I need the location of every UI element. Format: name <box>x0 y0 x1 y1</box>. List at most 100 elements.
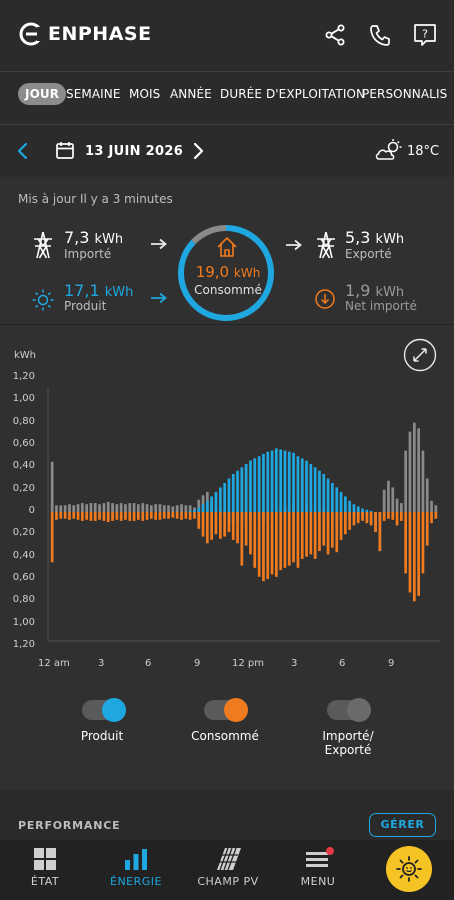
bar-produced <box>283 450 287 512</box>
toggle-consumed[interactable] <box>204 698 248 722</box>
y-tick-label: 0,80 <box>12 415 35 427</box>
bar-consumed <box>352 512 356 526</box>
bar-produced <box>339 491 343 512</box>
bar-consumed <box>356 512 360 524</box>
bar-produced <box>193 509 196 512</box>
bar-consumed <box>275 512 278 577</box>
nav-pv-array[interactable]: CHAMP PV <box>183 840 273 900</box>
bar-consumed <box>382 512 386 521</box>
nav-energy[interactable]: ÉNERGIE <box>91 840 181 900</box>
performance-section: PERFORMANCE GÉRER <box>0 790 454 840</box>
energy-assistant-button[interactable] <box>386 846 432 892</box>
bar-produced <box>223 483 226 512</box>
bar-consumed <box>253 512 257 568</box>
bar-import-export <box>391 487 395 512</box>
bar-produced <box>244 464 248 512</box>
bar-import-export <box>162 505 166 512</box>
x-tick-label: 6 <box>339 658 346 669</box>
bar-consumed <box>348 512 351 530</box>
bar-produced <box>335 487 339 512</box>
bar-produced <box>249 460 252 512</box>
bar-import-export <box>180 504 183 512</box>
toggle-consumed-knob <box>224 698 248 722</box>
bar-import-export <box>72 505 76 512</box>
bar-import-export <box>115 504 119 512</box>
bar-consumed <box>374 512 377 533</box>
bar-consumed <box>158 512 162 520</box>
bar-consumed <box>141 512 145 521</box>
energy-bar-chart <box>47 387 440 642</box>
bar-import-export <box>184 505 188 512</box>
bar-consumed <box>236 512 239 544</box>
bar-consumed <box>184 512 188 519</box>
bar-produced <box>287 451 291 512</box>
bar-consumed <box>331 512 334 548</box>
x-tick-label: 9 <box>194 658 201 669</box>
bar-import-export <box>150 505 153 512</box>
bar-consumed <box>72 512 76 519</box>
bar-import-export <box>119 503 123 512</box>
nav-status[interactable]: ÉTAT <box>0 840 90 900</box>
tab-month[interactable]: MOIS <box>129 87 160 101</box>
bar-produced <box>322 474 326 512</box>
tab-week[interactable]: SEMAINE <box>66 87 121 101</box>
x-tick-label: 6 <box>145 658 152 669</box>
bar-consumed <box>326 512 330 555</box>
tab-year[interactable]: ANNÉE <box>170 87 212 101</box>
bar-consumed <box>400 512 403 521</box>
bar-import-export <box>158 504 162 512</box>
bar-consumed <box>219 512 222 539</box>
bar-consumed <box>137 512 140 520</box>
bar-produced <box>279 449 282 512</box>
legend-consumed: Consommé <box>191 729 259 743</box>
bar-import-export <box>50 461 54 513</box>
chevron-left-icon[interactable] <box>14 141 32 161</box>
bar-consumed <box>150 512 153 519</box>
tab-custom[interactable]: PERSONNALIS <box>362 87 447 101</box>
y-tick-label: 0,60 <box>12 572 35 583</box>
help-icon[interactable]: ? <box>412 22 438 48</box>
bar-chart-icon <box>125 849 147 870</box>
bar-produced <box>275 448 278 512</box>
chart-bars <box>50 422 438 602</box>
bar-import-export <box>106 501 110 512</box>
x-tick-label: 3 <box>291 658 298 669</box>
calendar-icon[interactable] <box>55 140 75 160</box>
chevron-right-icon[interactable] <box>189 141 207 161</box>
x-tick-label: 3 <box>98 658 105 669</box>
tab-lifetime[interactable]: DURÉE D'EXPLOITATION <box>220 87 365 101</box>
bar-produced <box>300 458 304 512</box>
manage-button[interactable]: GÉRER <box>369 813 436 837</box>
bar-consumed <box>59 512 63 519</box>
bar-consumed <box>76 512 80 520</box>
bar-produced <box>313 467 317 512</box>
bar-consumed <box>361 512 364 521</box>
date-bar: 13 JUIN 2026 18°C <box>0 126 454 176</box>
current-date[interactable]: 13 JUIN 2026 <box>85 144 183 159</box>
bar-consumed <box>81 512 84 521</box>
phone-icon[interactable] <box>367 22 393 48</box>
bar-import-export <box>430 500 433 512</box>
bar-consumed <box>162 512 166 519</box>
bar-produced <box>219 487 222 512</box>
partly-cloudy-icon <box>375 139 402 160</box>
app-header: ENPHASE ? <box>0 0 454 70</box>
bar-consumed <box>335 512 339 553</box>
y-tick-label: 0,40 <box>12 460 35 472</box>
bar-produced <box>344 496 347 512</box>
bar-produced <box>231 474 235 512</box>
bar-consumed <box>270 512 274 575</box>
bar-import-export <box>434 505 438 512</box>
toggle-produced[interactable] <box>82 698 126 722</box>
bar-consumed <box>296 512 300 568</box>
sun-icon <box>396 856 422 882</box>
toggle-import-export[interactable] <box>327 698 371 722</box>
share-icon[interactable] <box>322 22 348 48</box>
bar-consumed <box>214 512 218 535</box>
bottom-nav: ÉTAT ÉNERGIE CHAMP PV MENU <box>0 840 454 900</box>
bar-import-export <box>85 504 88 512</box>
tab-day[interactable]: JOUR <box>18 83 67 105</box>
bar-import-export <box>63 505 67 512</box>
bar-import-export <box>124 504 127 512</box>
nav-menu[interactable]: MENU <box>273 840 363 900</box>
